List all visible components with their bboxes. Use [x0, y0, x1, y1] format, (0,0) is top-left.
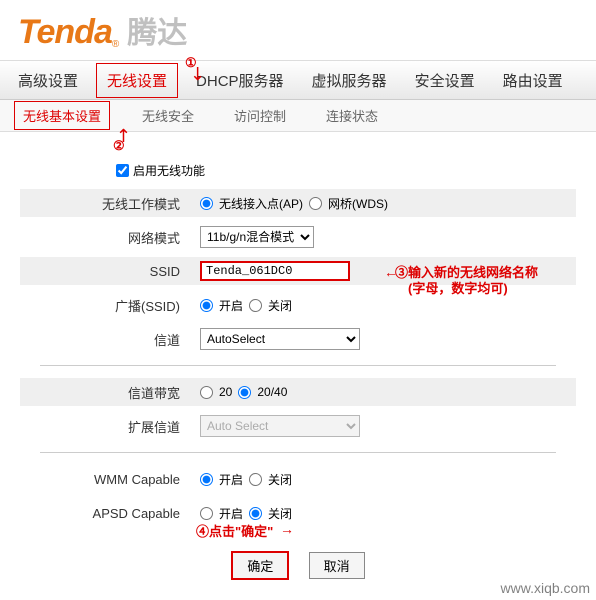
- broadcast-off-label: 关闭: [268, 297, 292, 314]
- logo-text-en: Tenda: [18, 13, 112, 52]
- mode-wds-radio[interactable]: [309, 197, 322, 210]
- broadcast-on-label: 开启: [219, 297, 243, 314]
- bw-2040-radio[interactable]: [238, 386, 251, 399]
- enable-wireless-checkbox[interactable]: [116, 164, 129, 177]
- nav-wireless[interactable]: 无线设置: [96, 63, 178, 98]
- channel-label: 信道: [20, 330, 200, 349]
- channel-row: 信道 AutoSelect: [20, 325, 576, 353]
- netmode-row: 网络模式 11b/g/n混合模式: [20, 223, 576, 251]
- ssid-row: SSID: [20, 257, 576, 285]
- broadcast-label: 广播(SSID): [20, 296, 200, 315]
- divider-2: [40, 452, 556, 453]
- bw-20-label: 20: [219, 385, 232, 399]
- mode-ap-label: 无线接入点(AP): [219, 195, 303, 212]
- ssid-label: SSID: [20, 264, 200, 279]
- mode-row: 无线工作模式 无线接入点(AP) 网桥(WDS): [20, 189, 576, 217]
- extchan-label: 扩展信道: [20, 417, 200, 436]
- content-panel: 启用无线功能 无线工作模式 无线接入点(AP) 网桥(WDS) 网络模式 11b…: [0, 132, 596, 600]
- nav-virtual[interactable]: 虚拟服务器: [302, 64, 397, 97]
- broadcast-on-radio[interactable]: [200, 299, 213, 312]
- mode-ap-radio[interactable]: [200, 197, 213, 210]
- mode-label: 无线工作模式: [20, 194, 200, 213]
- apsd-on-label: 开启: [219, 505, 243, 522]
- logo-text-cn: 腾达: [127, 8, 187, 52]
- mode-wds-label: 网桥(WDS): [328, 195, 388, 212]
- nav-advanced[interactable]: 高级设置: [8, 64, 88, 97]
- nav-dhcp[interactable]: DHCP服务器: [186, 64, 294, 97]
- channel-select[interactable]: AutoSelect: [200, 328, 360, 350]
- bw-2040-label: 20/40: [257, 385, 287, 399]
- cancel-button[interactable]: 取消: [309, 552, 365, 579]
- enable-wireless-row: 启用无线功能: [116, 162, 576, 179]
- netmode-select[interactable]: 11b/g/n混合模式: [200, 226, 314, 248]
- button-row: 确定 取消: [20, 551, 576, 580]
- apsd-row: APSD Capable 开启 关闭: [20, 499, 576, 527]
- ok-button[interactable]: 确定: [231, 551, 289, 580]
- apsd-off-radio[interactable]: [249, 507, 262, 520]
- apsd-off-label: 关闭: [268, 505, 292, 522]
- header: Tenda ® 腾达: [0, 0, 596, 60]
- bandwidth-label: 信道带宽: [20, 383, 200, 402]
- subnav-access[interactable]: 访问控制: [226, 102, 294, 129]
- logo-registered: ®: [112, 39, 119, 50]
- logo: Tenda ® 腾达: [18, 8, 187, 52]
- sub-nav: 无线基本设置 无线安全 访问控制 连接状态: [0, 100, 596, 132]
- enable-wireless-label: 启用无线功能: [133, 162, 205, 179]
- apsd-on-radio[interactable]: [200, 507, 213, 520]
- subnav-basic[interactable]: 无线基本设置: [14, 101, 110, 130]
- nav-security[interactable]: 安全设置: [405, 64, 485, 97]
- wmm-label: WMM Capable: [20, 472, 200, 487]
- wmm-on-radio[interactable]: [200, 473, 213, 486]
- bw-20-radio[interactable]: [200, 386, 213, 399]
- broadcast-row: 广播(SSID) 开启 关闭: [20, 291, 576, 319]
- netmode-label: 网络模式: [20, 228, 200, 247]
- apsd-label: APSD Capable: [20, 506, 200, 521]
- wmm-on-label: 开启: [219, 471, 243, 488]
- bandwidth-row: 信道带宽 20 20/40: [20, 378, 576, 406]
- broadcast-off-radio[interactable]: [249, 299, 262, 312]
- divider-1: [40, 365, 556, 366]
- extchan-row: 扩展信道 Auto Select: [20, 412, 576, 440]
- wmm-row: WMM Capable 开启 关闭: [20, 465, 576, 493]
- subnav-status[interactable]: 连接状态: [318, 102, 386, 129]
- ssid-input[interactable]: [200, 261, 350, 281]
- subnav-security[interactable]: 无线安全: [134, 102, 202, 129]
- main-nav: 高级设置 无线设置 DHCP服务器 虚拟服务器 安全设置 路由设置: [0, 60, 596, 100]
- wmm-off-radio[interactable]: [249, 473, 262, 486]
- nav-routing[interactable]: 路由设置: [493, 64, 573, 97]
- wmm-off-label: 关闭: [268, 471, 292, 488]
- extchan-select: Auto Select: [200, 415, 360, 437]
